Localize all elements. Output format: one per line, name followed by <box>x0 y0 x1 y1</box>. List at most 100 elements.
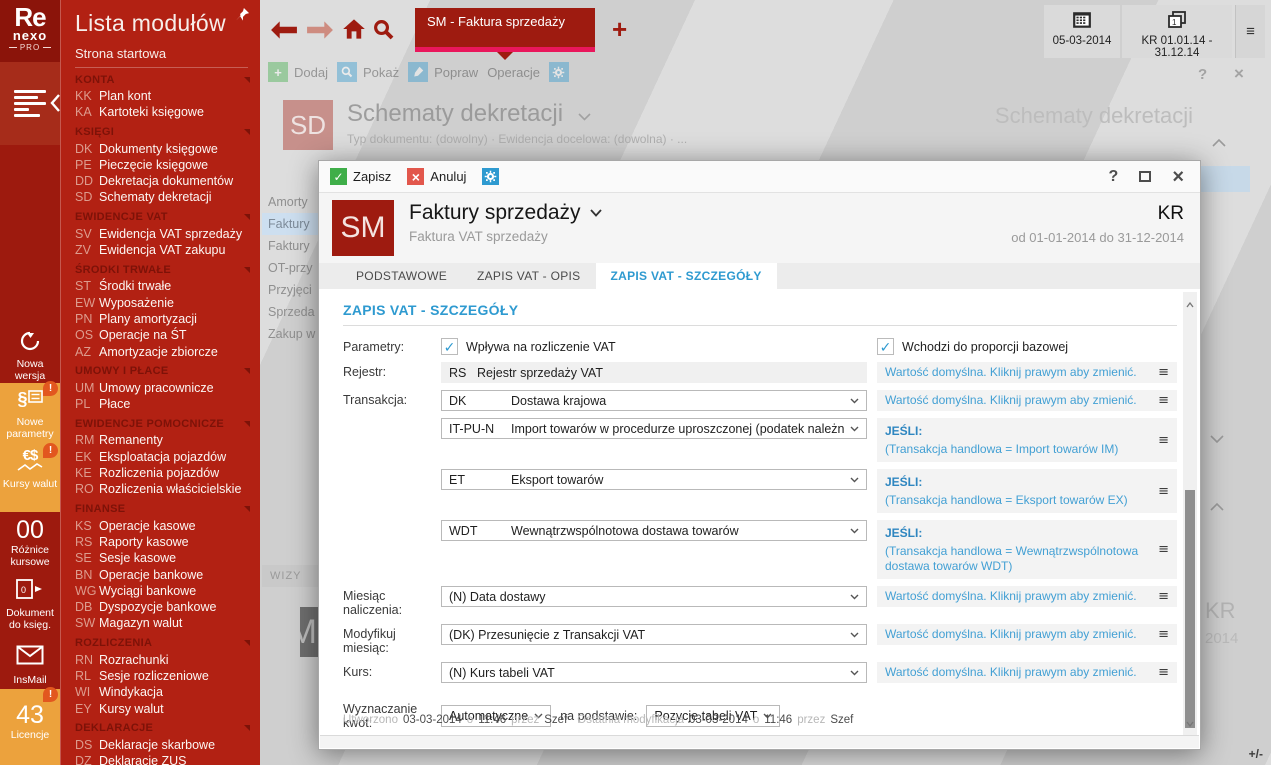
dropdown-field[interactable]: (DK) Przesunięcie z Transakcji VAT <box>441 624 867 645</box>
sidebar-item-sd[interactable]: SDSchematy dekretacji <box>75 189 260 205</box>
sidebar-item-ds[interactable]: DSDeklaracje skarbowe <box>75 737 260 753</box>
home-icon[interactable] <box>342 18 366 45</box>
dropdown-field[interactable]: (N) Data dostawy <box>441 586 867 607</box>
sidebar-section-header[interactable]: EWIDENCJE VAT <box>75 209 250 226</box>
strip-item-roznice-kursowe[interactable]: 00 Różnice kursowe <box>0 512 60 572</box>
menu-icon[interactable]: ≡ <box>1158 542 1169 557</box>
condition-box[interactable]: JEŚLI:(Transakcja handlowa = Wewnątrzwsp… <box>877 520 1177 579</box>
save-button[interactable]: ✓ Zapisz <box>330 168 391 185</box>
sidebar-item-kk[interactable]: KKPlan kont <box>75 88 260 104</box>
sidebar-item-dd[interactable]: DDDekretacja dokumentów <box>75 173 260 189</box>
sidebar-item-wg[interactable]: WGWyciągi bankowe <box>75 583 260 599</box>
sidebar-item-os[interactable]: OSOperacje na ŚT <box>75 327 260 343</box>
checkbox-checked[interactable]: ✓ <box>877 338 894 355</box>
scroll-down-icon[interactable] <box>1186 714 1194 732</box>
sidebar-item-strona-startowa[interactable]: Strona startowa <box>75 46 248 68</box>
condition-box[interactable]: JEŚLI:(Transakcja handlowa = Eksport tow… <box>877 469 1177 513</box>
condition-box[interactable]: JEŚLI:(Transakcja handlowa = Import towa… <box>877 418 1177 462</box>
sidebar-item-um[interactable]: UMUmowy pracownicze <box>75 380 260 396</box>
sidebar-item-zv[interactable]: ZVEwidencja VAT zakupu <box>75 242 260 258</box>
module-list-toggle[interactable] <box>0 62 60 145</box>
period-button[interactable]: 1 KR 01.01.14 - 31.12.14 <box>1122 5 1232 58</box>
checkbox-checked[interactable]: ✓ <box>441 338 458 355</box>
scroll-up-icon[interactable] <box>1186 295 1194 313</box>
menu-icon[interactable]: ≡ <box>1158 589 1169 604</box>
sidebar-section-header[interactable]: FINANSE <box>75 501 250 518</box>
menu-icon[interactable]: ≡ <box>1158 665 1169 680</box>
strip-item-insmail[interactable]: InsMail <box>0 641 60 689</box>
tab-podstawowe[interactable]: PODSTAWOWE <box>341 263 462 289</box>
default-value-box[interactable]: Wartość domyślna. Kliknij prawym aby zmi… <box>877 586 1177 607</box>
sidebar-item-ks[interactable]: KSOperacje kasowe <box>75 518 260 534</box>
pin-icon[interactable] <box>235 7 250 27</box>
tab-sm-faktura-sprzedazy[interactable]: SM - Faktura sprzedaży <box>415 8 595 52</box>
strip-item-licencje[interactable]: ! 43 Licencje <box>0 689 60 765</box>
sidebar-section-header[interactable]: ŚRODKI TRWAŁE <box>75 261 250 278</box>
sidebar-item-dz[interactable]: DZDeklaracje ZUS <box>75 753 260 765</box>
scrollbar-thumb[interactable] <box>1185 490 1195 728</box>
search-icon[interactable] <box>373 19 394 45</box>
sidebar-item-sv[interactable]: SVEwidencja VAT sprzedaży <box>75 226 260 242</box>
background-period-code: KR <box>1205 598 1236 624</box>
strip-item-nowe-parametry[interactable]: ! § Nowe parametry <box>0 383 60 445</box>
default-value-box[interactable]: Wartość domyślna. Kliknij prawym aby zmi… <box>877 662 1177 683</box>
dialog-settings-button[interactable] <box>482 168 499 185</box>
menu-icon[interactable]: ≡ <box>1158 365 1169 380</box>
sidebar-item-bn[interactable]: BNOperacje bankowe <box>75 567 260 583</box>
sidebar-item-se[interactable]: SESesje kasowe <box>75 550 260 566</box>
default-value-box[interactable]: Wartość domyślna. Kliknij prawym aby zmi… <box>877 390 1177 411</box>
sidebar-item-rs[interactable]: RSRaporty kasowe <box>75 534 260 550</box>
sidebar-item-rl[interactable]: RLSesje rozliczeniowe <box>75 668 260 684</box>
sidebar-item-ke[interactable]: KERozliczenia pojazdów <box>75 465 260 481</box>
cancel-button[interactable]: × Anuluj <box>407 168 466 185</box>
tab-zapis-vat-szczegoly[interactable]: ZAPIS VAT - SZCZEGÓŁY <box>596 263 777 289</box>
dropdown-field[interactable]: ETEksport towarów <box>441 469 867 490</box>
dialog-title[interactable]: Faktury sprzedaży <box>409 200 602 226</box>
sidebar-item-ek[interactable]: EKEksploatacja pojazdów <box>75 449 260 465</box>
default-value-box[interactable]: Wartość domyślna. Kliknij prawym aby zmi… <box>877 624 1177 645</box>
dialog-close-icon[interactable]: × <box>1172 169 1184 185</box>
new-tab-button[interactable]: + <box>612 16 627 42</box>
sidebar-item-ew[interactable]: EWWyposażenie <box>75 295 260 311</box>
dropdown-field[interactable]: DKDostawa krajowa <box>441 390 867 411</box>
sidebar-section-header[interactable]: UMOWY I PŁACE <box>75 363 250 380</box>
sidebar-section-header[interactable]: EWIDENCJE POMOCNICZE <box>75 415 250 432</box>
strip-item-dokument-do-ksieg[interactable]: 0 Dokument do księg. <box>0 574 60 634</box>
sidebar-item-rm[interactable]: RMRemanenty <box>75 432 260 448</box>
sidebar-section-header[interactable]: KSIĘGI <box>75 124 250 141</box>
dropdown-field[interactable]: (N) Kurs tabeli VAT <box>441 662 867 683</box>
sidebar-item-ka[interactable]: KAKartoteki księgowe <box>75 104 260 120</box>
tab-zapis-vat-opis[interactable]: ZAPIS VAT - OPIS <box>462 263 596 289</box>
default-value-box[interactable]: Wartość domyślna. Kliknij prawym aby zmi… <box>877 362 1177 383</box>
back-icon[interactable] <box>270 20 298 45</box>
dialog-scrollbar[interactable] <box>1183 292 1197 735</box>
strip-item-kursy-walut[interactable]: ! €$ Kursy walut <box>0 445 60 512</box>
strip-item-nowa-wersja[interactable]: Nowa wersja <box>0 325 60 383</box>
dialog-maximize-icon[interactable] <box>1139 171 1151 182</box>
dropdown-field[interactable]: IT-PU-NImport towarów w procedurze upros… <box>441 418 867 439</box>
menu-icon[interactable]: ≡ <box>1158 627 1169 642</box>
menu-icon[interactable]: ≡ <box>1158 433 1169 448</box>
sidebar-section-header[interactable]: KONTA <box>75 71 250 88</box>
sidebar-item-wi[interactable]: WIWindykacja <box>75 684 260 700</box>
sidebar-item-st[interactable]: STŚrodki trwałe <box>75 278 260 294</box>
sidebar-item-ey[interactable]: EYKursy walut <box>75 701 260 717</box>
sidebar-item-pl[interactable]: PLPłace <box>75 396 260 412</box>
sidebar-item-rn[interactable]: RNRozrachunki <box>75 652 260 668</box>
menu-icon[interactable]: ≡ <box>1158 393 1169 408</box>
sidebar-item-ro[interactable]: RORozliczenia właścicielskie <box>75 481 260 497</box>
sidebar-item-pn[interactable]: PNPlany amortyzacji <box>75 311 260 327</box>
app-menu-button[interactable]: ≡ <box>1235 5 1265 58</box>
sidebar-item-pe[interactable]: PEPieczęcie księgowe <box>75 157 260 173</box>
sidebar-item-dk[interactable]: DKDokumenty księgowe <box>75 141 260 157</box>
menu-icon[interactable]: ≡ <box>1158 484 1169 499</box>
sidebar-item-sw[interactable]: SWMagazyn walut <box>75 615 260 631</box>
sidebar-section-header[interactable]: ROZLICZENIA <box>75 635 250 652</box>
dialog-help-icon[interactable]: ? <box>1109 168 1119 186</box>
sidebar-section-header[interactable]: DEKLARACJE <box>75 720 250 737</box>
forward-icon[interactable] <box>306 20 334 45</box>
dropdown-field[interactable]: WDTWewnątrzwspólnotowa dostawa towarów <box>441 520 867 541</box>
sidebar-item-az[interactable]: AZAmortyzacje zbiorcze <box>75 344 260 360</box>
sidebar-item-db[interactable]: DBDyspozycje bankowe <box>75 599 260 615</box>
current-date-button[interactable]: 05-03-2014 <box>1044 5 1120 58</box>
